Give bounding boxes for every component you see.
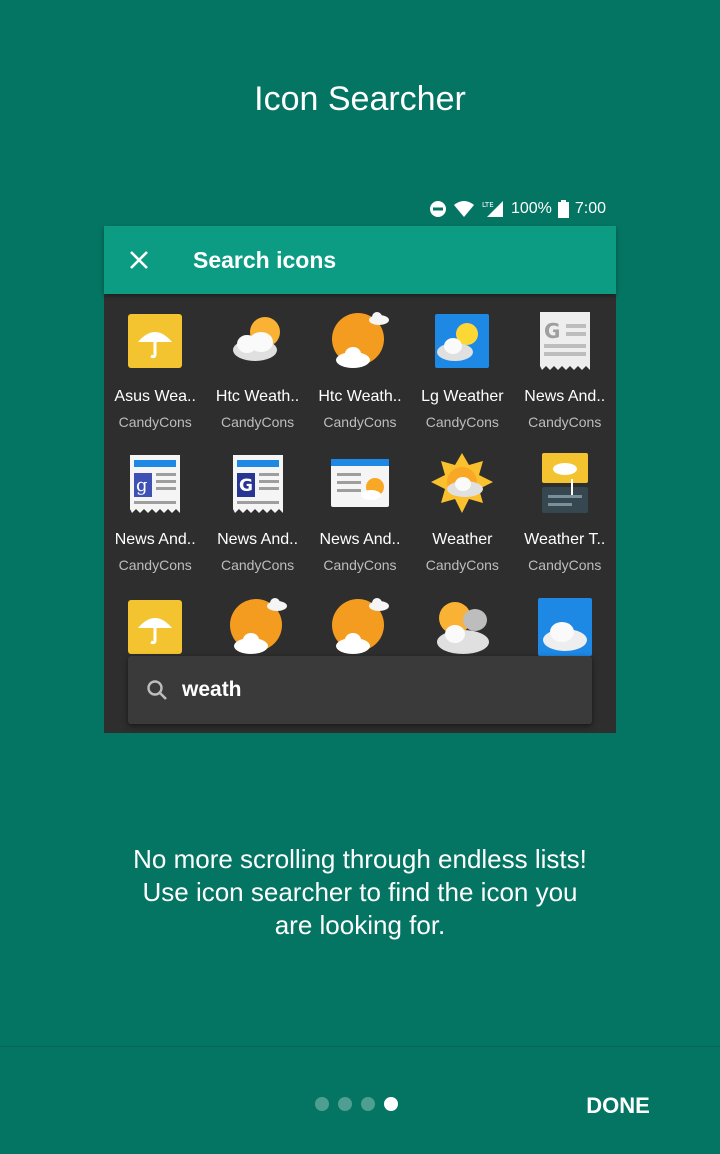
description-line: are looking for. — [274, 910, 446, 940]
description-line: Use icon searcher to find the icon you — [142, 877, 578, 907]
app-bar-title: Search icons — [193, 246, 337, 273]
app-bar: Search icons — [104, 226, 616, 294]
icon-result-name: News And.. — [524, 388, 606, 405]
description-line: No more scrolling through endless lists! — [133, 844, 587, 874]
page-indicator — [315, 1097, 398, 1111]
icon-result-pack: CandyCons — [425, 557, 499, 573]
icon-result-pack: CandyCons — [221, 414, 295, 430]
icon-result[interactable]: News And.. CandyCons — [309, 447, 411, 590]
close-icon — [130, 251, 148, 269]
svg-text:G: G — [544, 319, 560, 343]
svg-text:G: G — [239, 476, 253, 496]
orange-sun-cloud-icon — [331, 312, 389, 368]
news-g-blue-icon: G — [232, 455, 283, 513]
icon-result-pack: CandyCons — [221, 557, 295, 573]
phone-preview: LTE 100% 7:00 Search icons Asus Wea.. Can… — [104, 192, 616, 733]
icon-result[interactable]: Htc Weath.. CandyCons — [309, 304, 411, 447]
icon-result[interactable]: Asus Wea.. CandyCons — [104, 304, 206, 447]
icon-results-area[interactable]: Asus Wea.. CandyCons Htc Weath.. CandyCons H… — [104, 294, 616, 733]
battery-percentage: 100% — [510, 200, 552, 217]
icon-result-pack: CandyCons — [323, 414, 397, 430]
blue-sun-cloud-icon — [435, 314, 490, 368]
page-dot — [315, 1097, 329, 1111]
icon-result-name: Asus Wea.. — [114, 388, 196, 405]
icon-result-name: News And.. — [319, 531, 401, 548]
sun-cloud-icon — [232, 317, 280, 361]
icon-result[interactable]: g News And.. CandyCons — [104, 447, 206, 590]
icon-result[interactable]: G News And.. CandyCons — [206, 447, 308, 590]
umbrella-icon — [128, 314, 183, 368]
search-input[interactable] — [182, 678, 562, 702]
signal-icon: LTE — [481, 200, 505, 218]
weather-timeline-icon — [541, 453, 588, 513]
icon-result-name: Weather T.. — [524, 531, 606, 548]
screen-title: Icon Searcher — [254, 80, 466, 118]
orange-sun-cloud-icon — [229, 598, 287, 654]
icon-result-pack: CandyCons — [425, 414, 499, 430]
page-dot — [384, 1097, 398, 1111]
icon-result-pack: CandyCons — [118, 414, 192, 430]
status-bar: LTE 100% 7:00 — [104, 192, 616, 226]
icon-result-name: Lg Weather — [421, 388, 504, 405]
icon-result-name: News And.. — [114, 531, 196, 548]
svg-text:LTE: LTE — [482, 201, 494, 209]
icon-result[interactable]: G News And.. CandyCons — [514, 304, 616, 447]
description: No more scrolling through endless lists!… — [60, 843, 660, 942]
icon-result[interactable]: Lg Weather CandyCons — [411, 304, 513, 447]
icon-result[interactable]: Htc Weath.. CandyCons — [206, 304, 308, 447]
sunburst-cloud-icon — [431, 453, 494, 513]
search-bar[interactable] — [128, 656, 592, 724]
icon-result-name: Htc Weath.. — [215, 388, 300, 405]
icon-result-name: News And.. — [217, 531, 299, 548]
icon-result-pack: CandyCons — [323, 557, 397, 573]
news-g-icon: g — [130, 455, 181, 513]
icon-result-pack: CandyCons — [528, 414, 602, 430]
icon-result[interactable]: Weather T.. CandyCons — [514, 447, 616, 590]
done-button[interactable]: DONE — [568, 1085, 668, 1127]
clock: 7:00 — [574, 200, 606, 217]
icon-result-name: Htc Weath.. — [318, 388, 402, 405]
footer-divider — [0, 1046, 720, 1047]
svg-text:g: g — [136, 475, 148, 496]
google-news-icon: G — [539, 312, 590, 370]
orange-sun-cloud-icon — [331, 598, 389, 654]
battery-icon — [557, 200, 569, 218]
icon-result-name: Weather — [432, 531, 493, 548]
icon-result-pack: CandyCons — [528, 557, 602, 573]
search-icon — [132, 678, 182, 702]
icon-result[interactable]: Weather CandyCons — [411, 447, 513, 590]
umbrella-icon — [128, 600, 183, 654]
page-dot — [361, 1097, 375, 1111]
blue-cloud-icon — [537, 598, 592, 656]
news-weather-icon — [330, 459, 389, 507]
close-button[interactable] — [104, 226, 174, 294]
icon-result-pack: CandyCons — [118, 557, 192, 573]
do-not-disturb-icon — [429, 200, 447, 218]
page-dot — [338, 1097, 352, 1111]
wifi-icon — [453, 200, 475, 218]
sun-grey-cloud-icon — [437, 602, 490, 654]
